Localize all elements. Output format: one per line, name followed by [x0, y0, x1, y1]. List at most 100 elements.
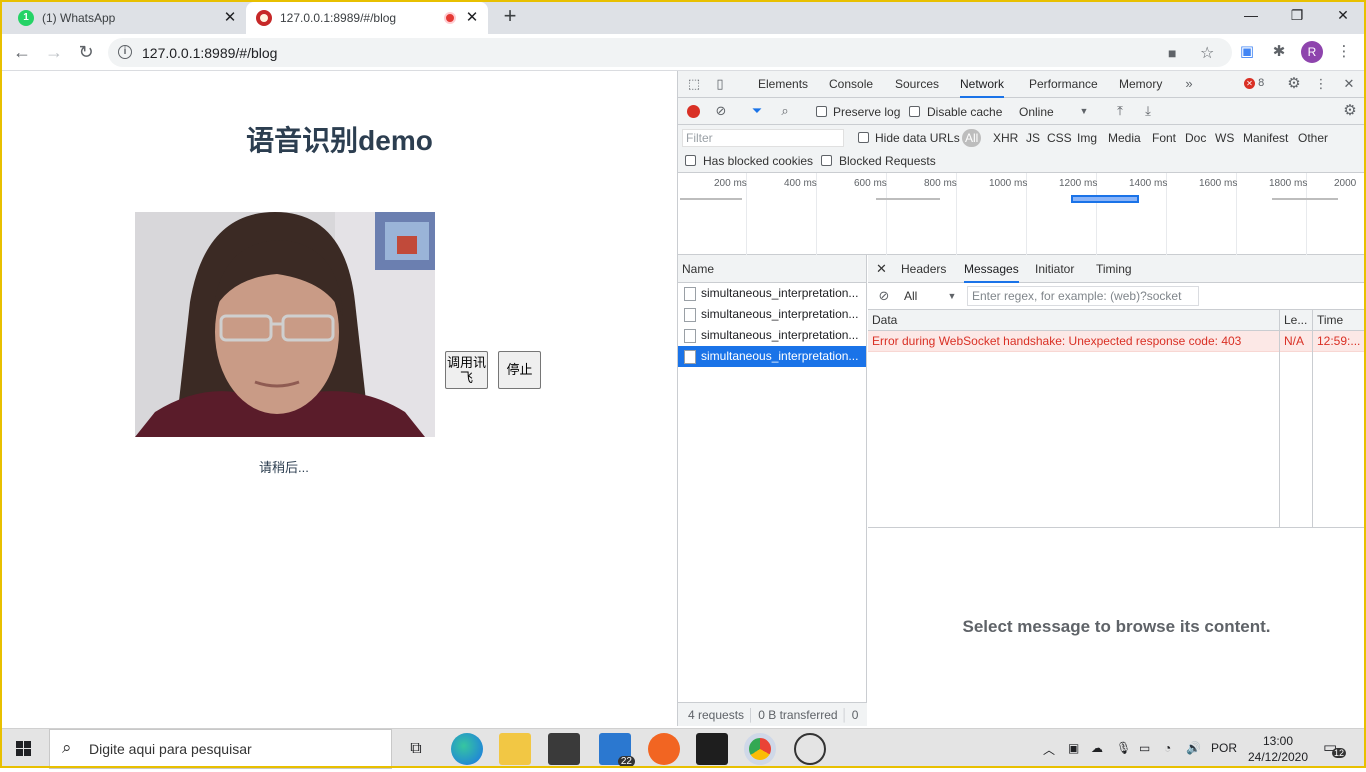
search-icon[interactable]: ⌕: [778, 103, 792, 119]
tab-messages[interactable]: Messages: [964, 255, 1019, 283]
preserve-log-checkbox[interactable]: [816, 106, 827, 117]
filter-type-font[interactable]: Font: [1152, 131, 1176, 145]
filter-type-img[interactable]: Img: [1077, 131, 1097, 145]
close-tab-icon[interactable]: ✕: [464, 10, 480, 26]
wifi-icon[interactable]: ◔: [1164, 741, 1171, 755]
has-blocked-cookies-checkbox[interactable]: [685, 155, 696, 166]
chevron-down-icon[interactable]: ▼: [1078, 103, 1090, 119]
close-tab-icon[interactable]: ✕: [222, 10, 238, 26]
message-regex-input[interactable]: Enter regex, for example: (web)?socket: [967, 286, 1199, 306]
message-row[interactable]: Error during WebSocket handshake: Unexpe…: [868, 331, 1365, 352]
time-column-header[interactable]: Time: [1313, 310, 1365, 331]
tab-console[interactable]: Console: [829, 71, 873, 98]
tab-whatsapp[interactable]: 1 (1) WhatsApp ✕: [8, 2, 246, 34]
record-button[interactable]: [687, 105, 700, 118]
translate-extension-icon[interactable]: ▣: [1237, 42, 1257, 62]
call-xunfei-button[interactable]: 调用讯飞: [445, 351, 488, 389]
tab-memory[interactable]: Memory: [1119, 71, 1162, 98]
filter-type-media[interactable]: Media: [1108, 131, 1141, 145]
start-button[interactable]: [0, 729, 48, 769]
blocked-requests-checkbox[interactable]: [821, 155, 832, 166]
throttling-select[interactable]: Online: [1019, 105, 1054, 119]
meet-now-icon[interactable]: ▣: [1068, 741, 1079, 755]
microsoft-store-icon[interactable]: [548, 733, 580, 765]
disable-cache-checkbox[interactable]: [909, 106, 920, 117]
import-har-icon[interactable]: ⤒: [1113, 103, 1127, 119]
tab-performance[interactable]: Performance: [1029, 71, 1098, 98]
clock[interactable]: 13:00 24/12/2020: [1246, 733, 1310, 765]
data-column-header[interactable]: Data: [868, 310, 1279, 331]
onedrive-cloud-icon[interactable]: ☁: [1091, 741, 1103, 755]
tab-sources[interactable]: Sources: [895, 71, 939, 98]
clear-icon[interactable]: ⊘: [714, 103, 728, 119]
filter-type-css[interactable]: CSS: [1047, 131, 1072, 145]
show-hidden-icons-chevron-icon[interactable]: ︿: [1043, 741, 1055, 758]
battery-icon[interactable]: ▭: [1139, 741, 1150, 755]
profile-avatar[interactable]: R: [1301, 41, 1323, 63]
filter-type-doc[interactable]: Doc: [1185, 131, 1206, 145]
settings-gear-icon[interactable]: ⚙: [1286, 76, 1302, 92]
restore-button[interactable]: ❐: [1274, 0, 1320, 30]
tab-timing[interactable]: Timing: [1096, 255, 1132, 283]
forward-button[interactable]: →: [42, 40, 66, 64]
tab-blog[interactable]: 127.0.0.1:8989/#/blog ✕: [246, 2, 488, 34]
tab-headers[interactable]: Headers: [901, 255, 946, 283]
task-view-icon[interactable]: ⧉: [400, 733, 432, 765]
menu-kebab-icon[interactable]: ⋮: [1334, 42, 1354, 62]
file-explorer-icon[interactable]: [499, 733, 531, 765]
microphone-icon[interactable]: 🎙: [1116, 741, 1131, 755]
error-count-badge[interactable]: ✕ 8: [1244, 77, 1264, 89]
request-row[interactable]: simultaneous_interpretation...: [678, 325, 866, 346]
name-column-header[interactable]: Name: [678, 255, 866, 283]
request-row[interactable]: simultaneous_interpretation...: [678, 304, 866, 325]
volume-icon[interactable]: 🔊: [1186, 741, 1201, 755]
message-type-select[interactable]: All: [904, 289, 917, 303]
bookmark-star-icon[interactable]: ☆: [1200, 43, 1214, 63]
filter-type-other[interactable]: Other: [1298, 131, 1328, 145]
filter-type-js[interactable]: JS: [1026, 131, 1040, 145]
filter-input[interactable]: Filter: [682, 129, 844, 147]
close-devtools-icon[interactable]: ✕: [1342, 76, 1356, 92]
terminal-icon[interactable]: [696, 733, 728, 765]
inspect-element-icon[interactable]: ⬚: [686, 76, 702, 92]
camera-in-use-icon[interactable]: ■: [1168, 45, 1176, 61]
filter-type-manifest[interactable]: Manifest: [1243, 131, 1288, 145]
tab-initiator[interactable]: Initiator: [1035, 255, 1074, 283]
filter-type-xhr[interactable]: XHR: [993, 131, 1018, 145]
network-settings-gear-icon[interactable]: ⚙: [1342, 103, 1358, 119]
device-toolbar-icon[interactable]: ▯: [712, 76, 728, 92]
request-row-selected[interactable]: simultaneous_interpretation...: [678, 346, 866, 367]
filter-type-ws[interactable]: WS: [1215, 131, 1234, 145]
column-divider[interactable]: [1279, 310, 1280, 528]
site-info-icon[interactable]: i: [118, 45, 132, 59]
filter-type-all[interactable]: All: [962, 129, 982, 147]
notification-center-icon[interactable]: ▭ 12: [1323, 738, 1347, 760]
minimize-button[interactable]: —: [1228, 0, 1274, 30]
edge-browser-icon[interactable]: [451, 733, 483, 765]
chevron-down-icon[interactable]: ▼: [946, 288, 958, 304]
more-tabs-chevron-icon[interactable]: »: [1182, 76, 1196, 92]
devtools-menu-icon[interactable]: ⋮: [1314, 76, 1328, 92]
tab-network[interactable]: Network: [960, 71, 1005, 98]
length-column-header[interactable]: Le...: [1280, 310, 1312, 331]
tab-elements[interactable]: Elements: [758, 71, 808, 98]
back-button[interactable]: ←: [10, 40, 34, 64]
export-har-icon[interactable]: ⤓: [1141, 103, 1155, 119]
taskbar-search-box[interactable]: ⌕ Digite aqui para pesquisar: [49, 729, 392, 769]
new-tab-button[interactable]: +: [498, 5, 522, 29]
obs-icon[interactable]: [794, 733, 826, 765]
filter-funnel-icon[interactable]: ⏷: [750, 103, 764, 119]
network-overview-timeline[interactable]: 200 ms 400 ms 600 ms 800 ms 1000 ms 1200…: [678, 173, 1365, 255]
column-divider[interactable]: [1312, 310, 1313, 528]
clear-messages-icon[interactable]: ⊘: [877, 288, 891, 304]
address-bar[interactable]: i 127.0.0.1:8989/#/blog ■ ☆: [108, 38, 1232, 67]
hide-data-urls-checkbox[interactable]: [858, 132, 869, 143]
extensions-puzzle-icon[interactable]: ✱: [1269, 42, 1289, 62]
close-detail-icon[interactable]: ✕: [876, 255, 887, 283]
mail-icon[interactable]: 22: [599, 733, 635, 767]
origin-icon[interactable]: [648, 733, 680, 765]
stop-button[interactable]: 停止: [498, 351, 541, 389]
request-row[interactable]: simultaneous_interpretation...: [678, 283, 866, 304]
reload-button[interactable]: ↻: [74, 40, 98, 64]
close-window-button[interactable]: ✕: [1320, 0, 1366, 30]
